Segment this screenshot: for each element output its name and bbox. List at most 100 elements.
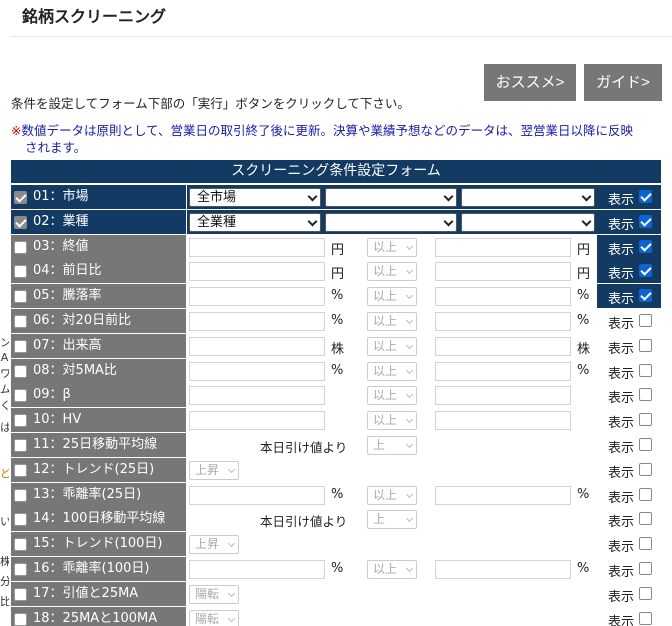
condition-checkbox[interactable] — [14, 314, 27, 328]
compare-select[interactable]: 以上 — [367, 336, 417, 356]
industry-select[interactable]: 全業種 — [189, 212, 321, 232]
compare-select[interactable]: 以上 — [367, 485, 417, 505]
min-value-input[interactable] — [189, 336, 325, 356]
trend-select[interactable]: 上昇 — [189, 535, 239, 555]
condition-checkbox[interactable] — [14, 339, 27, 353]
min-value-input[interactable] — [189, 237, 325, 257]
condition-checkbox[interactable] — [14, 364, 27, 378]
display-toggle: 表示 — [597, 259, 661, 284]
condition-row-industry: 02：業種 全業種 表示 — [11, 209, 661, 235]
condition-checkbox[interactable] — [14, 562, 27, 576]
min-value-input[interactable] — [189, 287, 325, 307]
max-value-input[interactable] — [435, 311, 571, 331]
display-checkbox[interactable] — [639, 437, 652, 451]
condition-checkbox[interactable] — [14, 513, 27, 527]
min-value-input[interactable] — [189, 485, 325, 505]
display-checkbox[interactable] — [639, 190, 652, 203]
row-label: 18：25MAと100MA — [33, 610, 158, 626]
display-checkbox[interactable] — [639, 487, 652, 501]
condition-checkbox[interactable] — [14, 438, 27, 452]
display-checkbox[interactable] — [639, 289, 652, 303]
max-value-input[interactable] — [435, 411, 571, 431]
min-value-input[interactable] — [189, 311, 325, 331]
row-label: 04：前日比 — [33, 263, 102, 279]
row-label: 14：100日移動平均線 — [33, 511, 166, 527]
market-select[interactable]: 全市場 — [189, 188, 321, 207]
display-checkbox[interactable] — [639, 512, 652, 526]
above-below-select[interactable]: 上 — [367, 435, 417, 455]
min-value-input[interactable] — [189, 386, 325, 406]
min-value-input[interactable] — [189, 411, 325, 431]
condition-checkbox[interactable] — [14, 587, 27, 601]
max-value-input[interactable] — [435, 386, 571, 406]
industry-sub-select-1[interactable] — [325, 212, 457, 232]
max-value-input[interactable] — [435, 485, 571, 505]
sidebar-char: は — [0, 422, 9, 434]
condition-row-close-price: 03：終値 円 以上 円 表示 — [11, 234, 661, 260]
max-value-input[interactable] — [435, 559, 571, 579]
min-value-input[interactable] — [189, 559, 325, 579]
display-checkbox[interactable] — [639, 239, 652, 253]
min-value-input[interactable] — [189, 262, 325, 282]
min-value-input[interactable] — [189, 361, 325, 381]
display-checkbox[interactable] — [639, 413, 652, 427]
condition-checkbox[interactable] — [14, 612, 27, 626]
select-value: 全業種 — [197, 214, 237, 230]
above-below-select[interactable]: 上 — [367, 510, 417, 530]
condition-checkbox[interactable] — [14, 215, 27, 229]
display-toggle: 表示 — [597, 581, 661, 606]
cross-select[interactable]: 陽転 — [189, 609, 239, 626]
max-value-input[interactable] — [435, 336, 571, 356]
condition-checkbox[interactable] — [14, 414, 27, 428]
display-checkbox[interactable] — [639, 462, 652, 476]
guide-button[interactable]: ガイド> — [584, 64, 662, 101]
condition-checkbox[interactable] — [14, 290, 27, 304]
cross-select[interactable]: 陽転 — [189, 584, 239, 604]
condition-checkbox[interactable] — [14, 488, 27, 502]
compare-select[interactable]: 以上 — [367, 559, 417, 579]
display-checkbox[interactable] — [639, 338, 652, 352]
display-checkbox[interactable] — [639, 214, 652, 228]
condition-checkbox[interactable] — [14, 240, 27, 254]
display-checkbox[interactable] — [639, 313, 652, 327]
max-value-input[interactable] — [435, 262, 571, 282]
condition-checkbox[interactable] — [14, 265, 27, 279]
recommend-button[interactable]: おススメ> — [484, 64, 576, 101]
compare-select[interactable]: 以上 — [367, 361, 417, 381]
max-value-input[interactable] — [435, 287, 571, 307]
compare-select[interactable]: 以上 — [367, 262, 417, 282]
max-value-input[interactable] — [435, 237, 571, 257]
display-checkbox[interactable] — [639, 586, 652, 600]
notice-mark: ※ — [11, 123, 22, 138]
display-checkbox[interactable] — [639, 264, 652, 278]
max-value-input[interactable] — [435, 361, 571, 381]
select-value: 以上 — [373, 487, 398, 502]
market-sub-select-1[interactable] — [325, 188, 457, 207]
industry-sub-select-2[interactable] — [461, 212, 595, 232]
row-controls: % 以上 % — [187, 308, 597, 333]
sidebar-char: い — [0, 516, 9, 528]
trend-select[interactable]: 上昇 — [189, 460, 239, 480]
compare-select[interactable]: 以上 — [367, 287, 417, 307]
display-checkbox[interactable] — [639, 561, 652, 575]
display-checkbox[interactable] — [639, 537, 652, 551]
compare-select[interactable]: 以上 — [367, 411, 417, 431]
display-toggle: 表示 — [597, 185, 661, 209]
display-checkbox[interactable] — [639, 388, 652, 402]
compare-select[interactable]: 以上 — [367, 237, 417, 257]
compare-select[interactable]: 以上 — [367, 311, 417, 331]
compare-select[interactable]: 以上 — [367, 386, 417, 406]
display-checkbox[interactable] — [639, 363, 652, 377]
select-value: 上 — [373, 437, 386, 452]
condition-checkbox[interactable] — [14, 389, 27, 403]
row-label: 01：市場 — [33, 189, 89, 204]
condition-checkbox[interactable] — [14, 191, 27, 204]
row-label: 16：乖離率(100日) — [33, 560, 150, 576]
row-controls: 本日引け値より 上 — [187, 507, 597, 532]
condition-checkbox[interactable] — [14, 463, 27, 477]
chevron-down-icon — [227, 465, 236, 473]
display-checkbox[interactable] — [639, 611, 652, 625]
display-toggle: 表示 — [597, 507, 661, 532]
market-sub-select-2[interactable] — [461, 188, 595, 207]
condition-checkbox[interactable] — [14, 538, 27, 552]
